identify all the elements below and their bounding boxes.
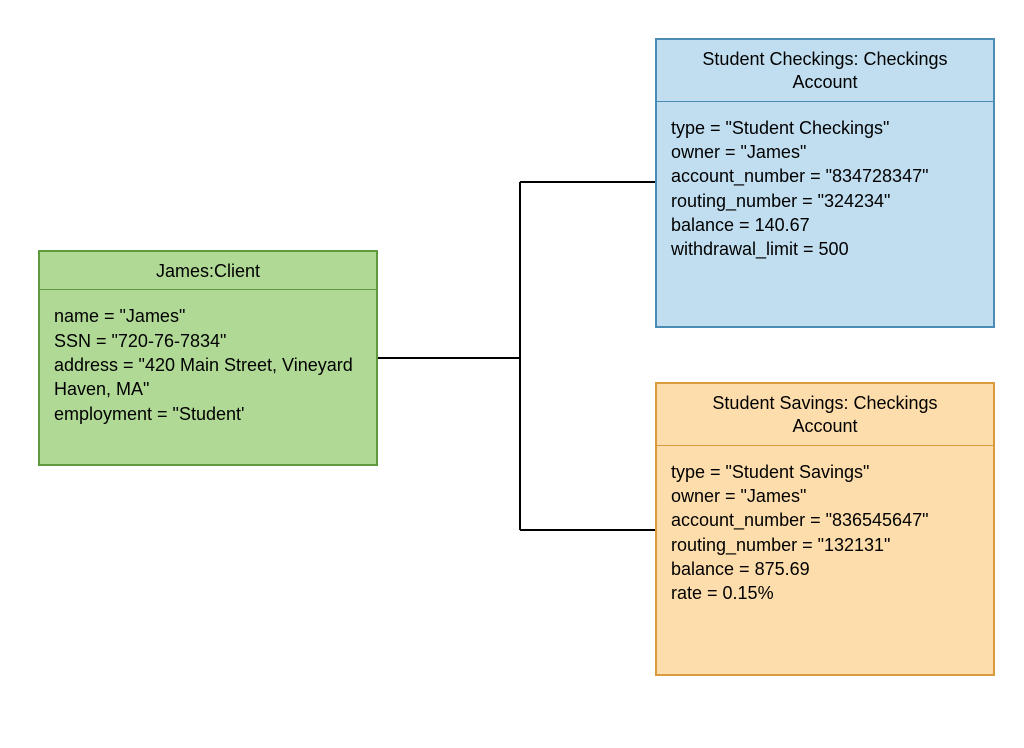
savings-account-box: Student Savings: Checkings Account type … bbox=[655, 382, 995, 676]
client-object-box: James:Client name = "James" SSN = "720-7… bbox=[38, 250, 378, 466]
client-attributes: name = "James" SSN = "720-76-7834" addre… bbox=[40, 290, 376, 439]
checkings-account-box: Student Checkings: Checkings Account typ… bbox=[655, 38, 995, 328]
client-title: James:Client bbox=[40, 252, 376, 290]
savings-attributes: type = "Student Savings" owner = "James"… bbox=[657, 446, 993, 620]
checkings-title: Student Checkings: Checkings Account bbox=[657, 40, 993, 102]
uml-object-diagram: James:Client name = "James" SSN = "720-7… bbox=[0, 0, 1024, 748]
checkings-attributes: type = "Student Checkings" owner = "Jame… bbox=[657, 102, 993, 276]
savings-title: Student Savings: Checkings Account bbox=[657, 384, 993, 446]
